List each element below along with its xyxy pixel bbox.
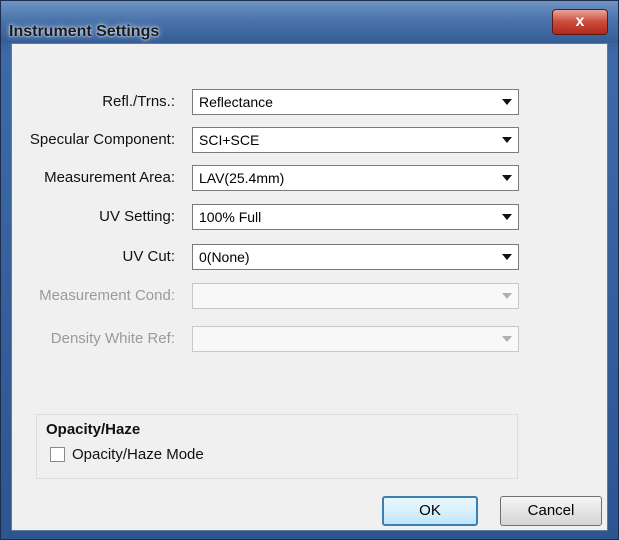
close-icon: x <box>575 13 585 30</box>
refl-trns-value: Reflectance <box>199 94 273 110</box>
uv-setting-value: 100% Full <box>199 209 262 225</box>
chevron-down-icon <box>502 254 512 260</box>
density-white-ref-dropdown <box>192 326 519 352</box>
refl-trns-dropdown[interactable]: Reflectance <box>192 89 519 115</box>
specular-component-label: Specular Component: <box>29 131 175 148</box>
uv-cut-dropdown[interactable]: 0(None) <box>192 244 519 270</box>
specular-component-value: SCI+SCE <box>199 132 260 148</box>
measurement-cond-label: Measurement Cond: <box>39 287 175 304</box>
measurement-area-dropdown[interactable]: LAV(25.4mm) <box>192 165 519 191</box>
chevron-down-icon <box>502 336 512 342</box>
chevron-down-icon <box>502 137 512 143</box>
cancel-button[interactable]: Cancel <box>500 496 602 526</box>
ok-button[interactable]: OK <box>382 496 478 526</box>
uv-cut-label: UV Cut: <box>122 248 175 265</box>
density-white-ref-label: Density White Ref: <box>50 330 175 347</box>
uv-cut-value: 0(None) <box>199 249 250 265</box>
window-title: Instrument Settings <box>9 23 160 40</box>
close-button[interactable]: x <box>552 9 608 35</box>
chevron-down-icon <box>502 99 512 105</box>
uv-setting-label: UV Setting: <box>99 208 175 225</box>
dialog-client-area: Refl./Trns.: Reflectance Specular Compon… <box>11 43 608 531</box>
uv-setting-dropdown[interactable]: 100% Full <box>192 204 519 230</box>
title-bar[interactable]: Instrument Settings x <box>1 1 618 43</box>
opacity-haze-mode-label[interactable]: Opacity/Haze Mode <box>72 446 204 463</box>
specular-component-dropdown[interactable]: SCI+SCE <box>192 127 519 153</box>
opacity-haze-mode-checkbox[interactable] <box>50 447 65 462</box>
chevron-down-icon <box>502 214 512 220</box>
measurement-area-label: Measurement Area: <box>44 169 175 186</box>
measurement-area-value: LAV(25.4mm) <box>199 170 285 186</box>
refl-trns-label: Refl./Trns.: <box>102 93 175 110</box>
instrument-settings-window: Instrument Settings x Refl./Trns.: Refle… <box>0 0 619 540</box>
chevron-down-icon <box>502 293 512 299</box>
chevron-down-icon <box>502 175 512 181</box>
opacity-haze-group-title: Opacity/Haze <box>46 421 141 438</box>
measurement-cond-dropdown <box>192 283 519 309</box>
